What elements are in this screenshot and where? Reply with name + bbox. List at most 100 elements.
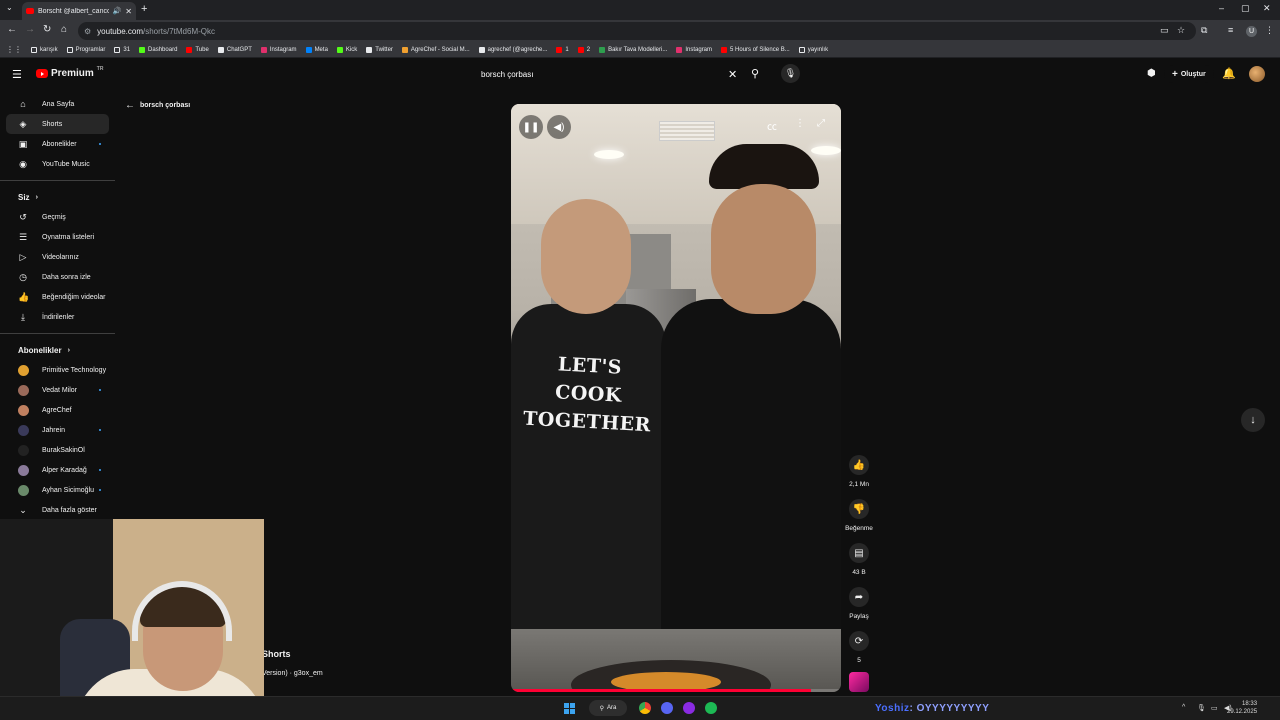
spotify-taskbar-icon[interactable]: [705, 702, 717, 714]
bookmark-item[interactable]: Twitter: [366, 46, 393, 53]
site-info-icon[interactable]: ⚙: [84, 27, 91, 36]
menu-hamburger-icon[interactable]: ☰: [12, 68, 22, 81]
bookmark-item[interactable]: ChatGPT: [217, 46, 252, 53]
sidebar-item[interactable]: ◈ Shorts: [6, 114, 109, 134]
youtube-logo[interactable]: Premium TR: [36, 66, 103, 79]
app-taskbar-icon[interactable]: [683, 702, 695, 714]
sidebar-item[interactable]: ↺ Geçmiş: [6, 207, 109, 227]
create-button[interactable]: + Oluştur: [1164, 65, 1214, 83]
sound-thumbnail[interactable]: [849, 672, 869, 692]
bookmark-item[interactable]: yayınlık: [798, 46, 828, 53]
search-input[interactable]: borsch çorbası: [472, 65, 745, 83]
sound-label[interactable]: Version) · g3ox_em: [262, 670, 323, 677]
forward-icon[interactable]: →: [25, 24, 35, 35]
sidebar-item[interactable]: ⌄ Daha fazla göster: [6, 500, 109, 520]
bookmark-item[interactable]: Bakır Tava Modelleri...: [599, 46, 667, 53]
tab-search-icon[interactable]: ⌄: [6, 3, 13, 12]
menu-icon[interactable]: ⋮: [1265, 25, 1274, 36]
sidebar-section-header[interactable]: Abonelikler ›: [6, 340, 109, 360]
sidebar-item[interactable]: ⤓ İndirilenler: [6, 307, 109, 327]
volume-icon[interactable]: ◀): [547, 115, 571, 139]
apps-icon[interactable]: ⋮⋮: [6, 45, 22, 54]
fullscreen-icon[interactable]: ⤢: [817, 118, 825, 129]
sidebar-item[interactable]: ☰ Oynatma listeleri: [6, 227, 109, 247]
maximize-icon[interactable]: ▢: [1241, 3, 1250, 14]
dislike-action[interactable]: 👎 Beğenme: [845, 499, 873, 532]
search-icon[interactable]: ⚲: [751, 67, 759, 80]
bookmark-item[interactable]: 5 Hours of Silence B...: [721, 46, 790, 53]
bookmark-item[interactable]: Dashboard: [139, 46, 177, 53]
sidebar-item[interactable]: ◷ Daha sonra izle: [6, 267, 109, 287]
video-progress-bar[interactable]: [511, 689, 841, 692]
taskbar-clock[interactable]: 18:33 29.12.2025: [1227, 700, 1257, 716]
sidebar-section-header[interactable]: Siz ›: [6, 187, 109, 207]
back-icon[interactable]: ←: [7, 24, 17, 35]
comment-icon[interactable]: ▤: [849, 543, 869, 563]
captions-icon[interactable]: ㏄: [767, 118, 777, 133]
bookmark-item[interactable]: Kick: [336, 46, 357, 53]
tab-audio-icon[interactable]: 🔊: [113, 7, 122, 15]
reload-icon[interactable]: ↻: [43, 24, 51, 35]
taskbar-search[interactable]: ⚲ Ara: [589, 700, 627, 716]
bookmark-item[interactable]: karışık: [31, 46, 58, 53]
back-to-search-link[interactable]: ← borsch çorbası: [125, 100, 190, 111]
home-icon[interactable]: ⌂: [61, 24, 67, 35]
sidebar-item[interactable]: ◉ YouTube Music: [6, 154, 109, 174]
discord-taskbar-icon[interactable]: [661, 702, 673, 714]
bookmark-item[interactable]: 31: [114, 46, 130, 53]
sidebar-item[interactable]: BurakSakinOl: [6, 440, 109, 460]
tray-mic-icon[interactable]: 🎙: [1197, 704, 1206, 712]
like-icon[interactable]: 👍: [849, 455, 869, 475]
close-window-icon[interactable]: ✕: [1263, 3, 1271, 14]
profile-avatar[interactable]: U: [1246, 26, 1257, 37]
address-bar[interactable]: ⚙ youtube.com/shorts/7tMd6M-Qkc: [78, 22, 1196, 40]
comments-action[interactable]: ▤ 43 B: [848, 543, 870, 576]
chrome-taskbar-icon[interactable]: [639, 702, 651, 714]
windows-start-icon[interactable]: [564, 703, 575, 714]
more-options-icon[interactable]: ⋮: [795, 118, 805, 129]
bookmark-item[interactable]: 1: [556, 46, 569, 53]
remix-action[interactable]: ⟳ 5: [848, 631, 870, 664]
bookmark-item[interactable]: agrechef (@agreche...: [478, 46, 547, 53]
bookmark-item[interactable]: Instagram: [260, 46, 297, 53]
sidebar-item[interactable]: ⌂ Ana Sayfa: [6, 94, 109, 114]
sidebar-item[interactable]: Ayhan Sicimoğlu: [6, 480, 109, 500]
bookmark-item[interactable]: 2: [577, 46, 590, 53]
share-action[interactable]: ➦ Paylaş: [848, 587, 870, 620]
voice-search-icon[interactable]: 🎙: [781, 64, 800, 83]
bookmark-star-icon[interactable]: ☆: [1177, 25, 1185, 36]
like-action[interactable]: 👍 2,1 Mn: [848, 455, 870, 488]
bookmark-item[interactable]: Instagram: [676, 46, 712, 53]
sidebar-item[interactable]: ▷ Videolarınız: [6, 247, 109, 267]
new-tab-icon[interactable]: +: [141, 3, 147, 15]
sidebar-item[interactable]: ▣ Abonelikler: [6, 134, 109, 154]
sidebar-item[interactable]: 👍 Beğendiğim videolar: [6, 287, 109, 307]
next-short-arrow-down-icon[interactable]: ↓: [1241, 408, 1265, 432]
sidebar-item[interactable]: AgreChef: [6, 400, 109, 420]
bookmark-item[interactable]: Programlar: [66, 46, 105, 53]
minimize-icon[interactable]: –: [1219, 3, 1224, 13]
media-icon[interactable]: ≡: [1228, 25, 1233, 35]
cast-link-icon[interactable]: ⬢: [1147, 68, 1156, 79]
share-icon[interactable]: ➦: [849, 587, 869, 607]
bookmark-item[interactable]: Tube: [186, 46, 209, 53]
pause-icon[interactable]: ❚❚: [519, 115, 543, 139]
sidebar-item[interactable]: Jahrein: [6, 420, 109, 440]
dislike-icon[interactable]: 👎: [849, 499, 869, 519]
sidebar-item[interactable]: Primitive Technology: [6, 360, 109, 380]
account-avatar[interactable]: [1249, 66, 1265, 82]
bookmark-item[interactable]: Meta: [305, 46, 328, 53]
notifications-bell-icon[interactable]: 🔔: [1222, 67, 1236, 80]
tray-chevron-up-icon[interactable]: ^: [1182, 704, 1185, 711]
cast-icon[interactable]: ▭: [1160, 25, 1169, 36]
extensions-icon[interactable]: ⧉: [1201, 25, 1207, 36]
bookmark-item[interactable]: AgreChef - Social M...: [401, 46, 470, 53]
sidebar-item[interactable]: Vedat Milor: [6, 380, 109, 400]
shorts-video-player[interactable]: LET'S COOK TOGETHER ❚❚ ◀) ㏄ ⋮ ⤢: [511, 104, 841, 692]
tab-close-icon[interactable]: ✕: [125, 7, 132, 16]
active-tab[interactable]: Borscht @albert_cancook # 🔊 ✕: [22, 2, 136, 20]
clear-search-icon[interactable]: ✕: [728, 68, 737, 81]
network-icon[interactable]: ▭: [1211, 704, 1218, 712]
sidebar-item[interactable]: Alper Karadağ: [6, 460, 109, 480]
remix-icon[interactable]: ⟳: [849, 631, 869, 651]
